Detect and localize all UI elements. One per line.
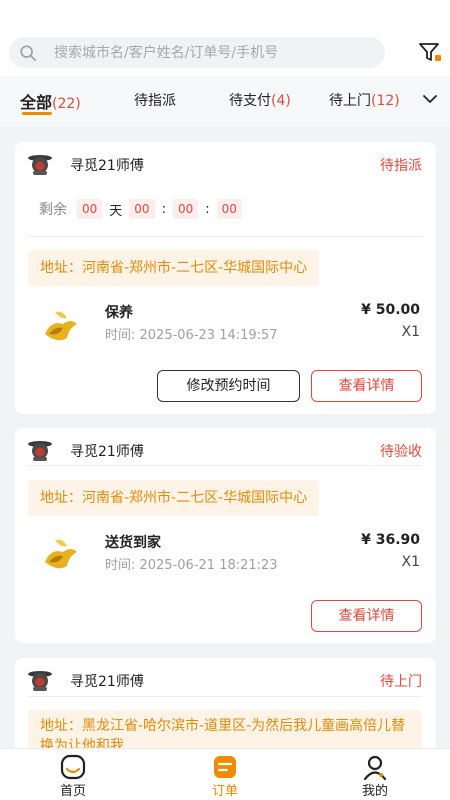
view-details-button[interactable]: 查看详情 [311,370,422,402]
product-image-icon [45,311,77,341]
order-status: 待上门 [380,674,422,690]
shop-name: 寻觅21师傅 [70,674,144,690]
divider [27,465,422,466]
filter-icon[interactable] [418,42,442,64]
search-bar[interactable] [9,37,385,68]
shop-name: 寻觅21师傅 [70,444,144,460]
card-header: 寻觅21师傅 待指派 [15,142,436,186]
search-icon [20,44,37,61]
countdown-minutes: 00 [172,199,199,219]
nav-label: 订单 [211,784,238,799]
address-tag: 地址：黑龙江省-哈尔滨市-道里区-为然后我儿童画高倍儿替换为让他和我 [28,710,422,748]
shop-name: 寻觅21师傅 [70,158,144,174]
countdown-separator: : [161,201,166,217]
order-status: 待验收 [380,444,422,460]
product-image-icon [45,539,77,569]
tab-pending-payment[interactable]: 待支付(4) [229,90,291,110]
address-tag: 地址：河南省-郑州市-二七区-华城国际中心 [28,250,320,286]
product-time: 时间: 2025-06-23 14:19:57 [105,328,278,343]
modify-appointment-button[interactable]: 修改预约时间 [157,370,300,402]
product-time: 时间: 2025-06-21 18:21:23 [105,558,278,573]
countdown-seconds: 00 [216,199,242,219]
product-name: 保养 [105,305,133,321]
countdown-day-unit: 天 [109,203,123,219]
tab-count: (4) [271,93,291,109]
tab-pending-assign[interactable]: 待指派 [134,90,176,110]
tab-count: (22) [52,96,81,112]
divider [27,236,422,237]
product-quantity: X1 [401,554,421,570]
view-details-button[interactable]: 查看详情 [311,600,422,632]
active-tab-indicator [22,112,52,115]
countdown-days: 00 [77,199,103,219]
tab-count: (12) [371,93,400,109]
nav-profile[interactable]: 我的 [330,749,420,800]
order-card[interactable]: 寻觅21师傅 待指派 剩余 00 天 00 : 00 : 00 地址：河南省-郑… [15,142,436,414]
countdown-separator: : [205,201,210,217]
order-status: 待指派 [380,158,422,174]
search-input[interactable] [54,44,374,61]
address-tag: 地址：河南省-郑州市-二七区-华城国际中心 [28,480,320,516]
orders-icon [214,756,236,778]
countdown-label: 剩余 [39,202,67,218]
tab-all[interactable]: 全部(22) [20,89,81,113]
shop-avatar-icon [28,155,52,175]
home-icon [60,754,86,780]
countdown-timer: 剩余 00 天 00 : 00 : 00 [39,199,246,219]
countdown-hours: 00 [129,199,155,219]
chevron-down-icon[interactable] [421,90,439,108]
tab-label: 待指派 [134,93,176,109]
shop-avatar-icon [28,441,52,461]
order-card[interactable]: 寻觅21师傅 待验收 地址：河南省-郑州市-二七区-华城国际中心 送货到家 时间… [15,428,436,643]
nav-orders[interactable]: 订单 [180,749,270,800]
order-status-tabs: 全部(22) 待指派 待支付(4) 待上门(12) [0,76,450,126]
product-name: 送货到家 [105,535,161,551]
tab-pending-visit[interactable]: 待上门(12) [329,90,400,110]
bottom-navbar: 首页 订单 我的 [0,748,450,800]
nav-label: 首页 [59,784,86,799]
nav-label: 我的 [361,784,388,799]
tab-label: 全部 [20,93,53,112]
nav-home[interactable]: 首页 [28,749,118,800]
tab-label: 待支付 [229,93,271,109]
shop-avatar-icon [28,671,52,691]
top-bar [0,0,450,76]
tab-label: 待上门 [329,93,371,109]
product-price: ¥ 36.90 [361,532,420,548]
user-icon [363,755,387,780]
product-quantity: X1 [401,324,421,340]
divider [27,696,422,697]
product-price: ¥ 50.00 [361,302,420,318]
order-card[interactable]: 寻觅21师傅 待上门 地址：黑龙江省-哈尔滨市-道里区-为然后我儿童画高倍儿替换… [15,658,436,748]
